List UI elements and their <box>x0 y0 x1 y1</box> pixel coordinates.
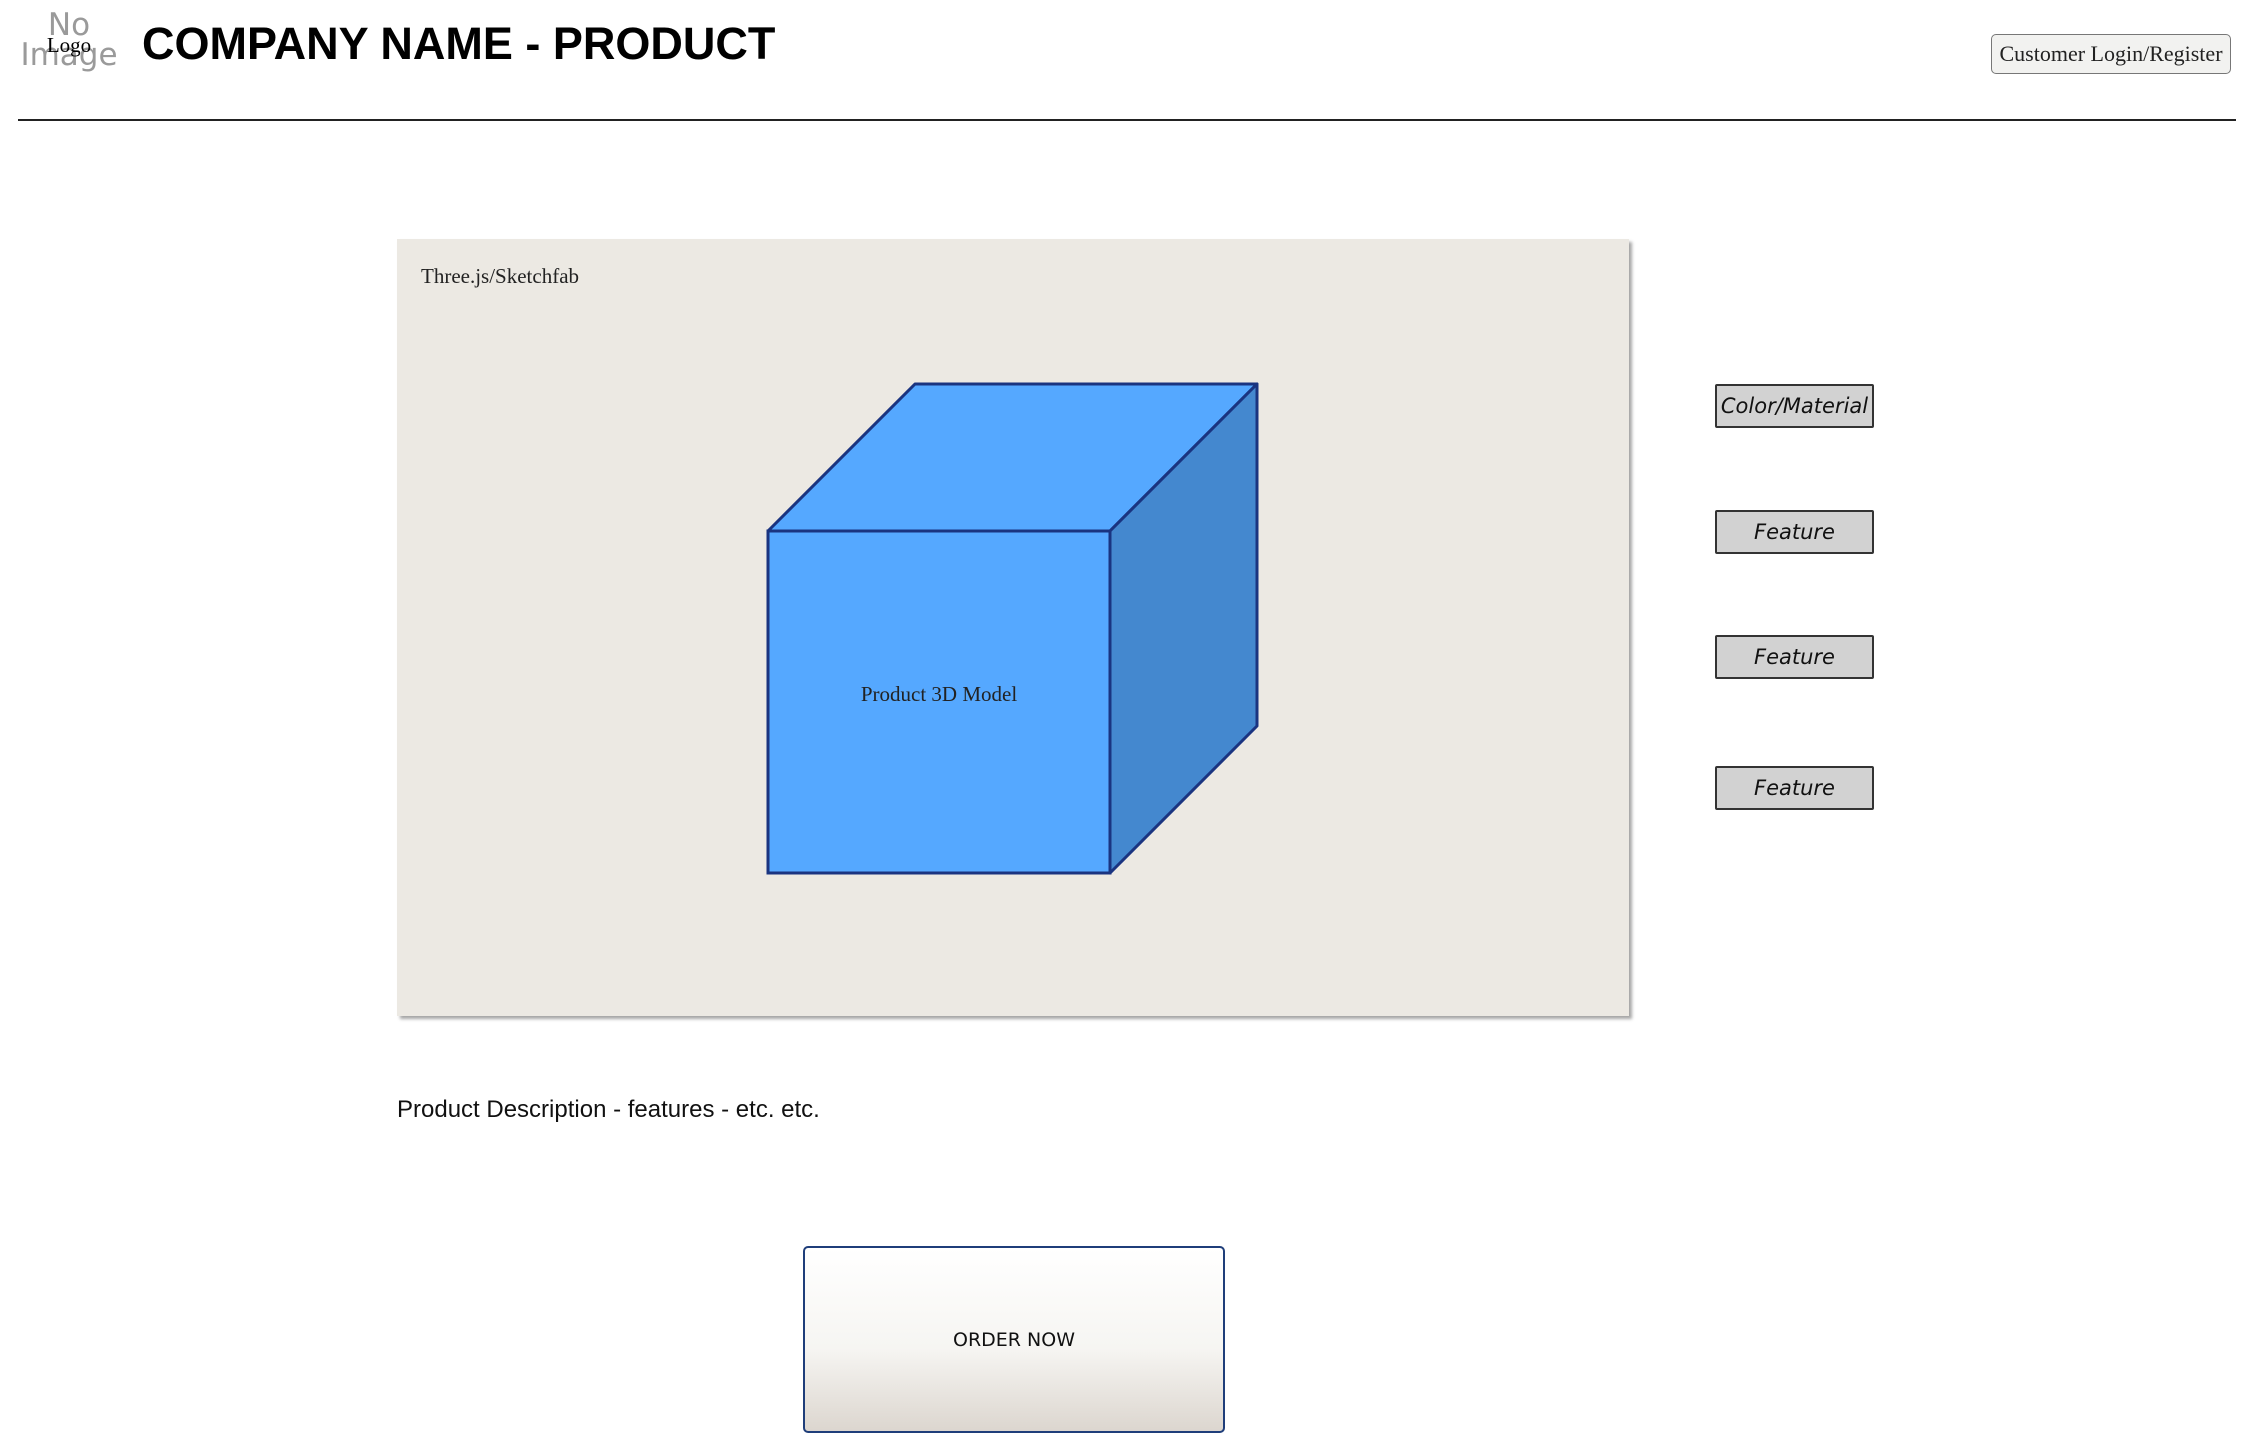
model-label: Product 3D Model <box>860 682 1018 706</box>
header-divider <box>18 119 2236 121</box>
color-material-button[interactable]: Color/Material <box>1715 384 1874 428</box>
model-viewer[interactable]: Three.js/Sketchfab Product 3D Model <box>397 239 1629 1016</box>
page-title: COMPANY NAME - PRODUCT <box>142 18 776 69</box>
product-cube-icon <box>766 382 1259 875</box>
product-page: No Image Logo COMPANY NAME - PRODUCT Cus… <box>0 0 2249 1451</box>
logo-label: Logo <box>46 33 92 57</box>
customer-login-button[interactable]: Customer Login/Register <box>1991 34 2231 74</box>
logo-placeholder: No Image Logo <box>14 10 124 85</box>
product-description: Product Description - features - etc. et… <box>397 1096 820 1123</box>
feature-button-3[interactable]: Feature <box>1715 766 1874 810</box>
order-now-button[interactable]: ORDER NOW <box>803 1246 1225 1433</box>
feature-button-1[interactable]: Feature <box>1715 510 1874 554</box>
feature-button-2[interactable]: Feature <box>1715 635 1874 679</box>
